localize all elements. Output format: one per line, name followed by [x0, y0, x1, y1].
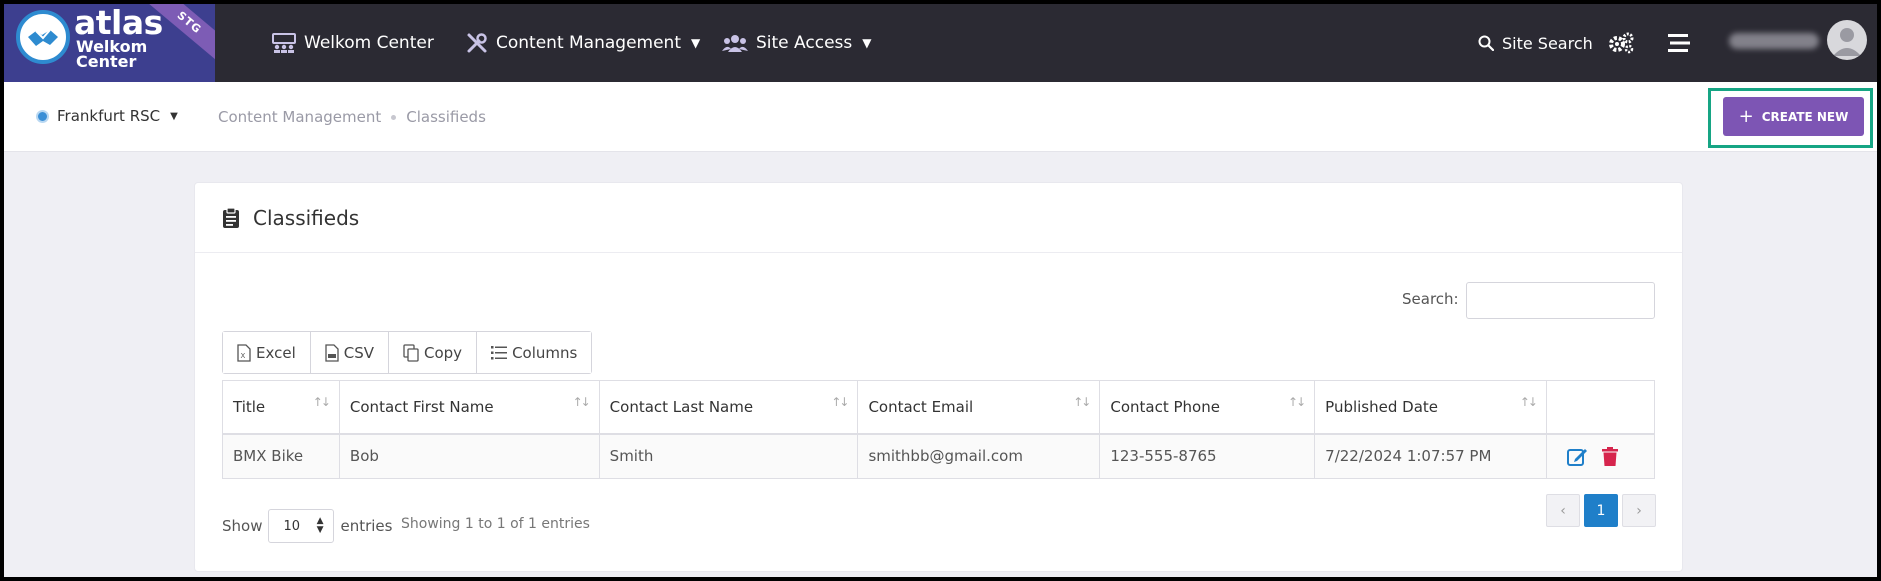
- prev-page-button[interactable]: ‹: [1546, 494, 1580, 527]
- sort-icon: ↑↓: [312, 395, 331, 409]
- people-board-icon: [272, 33, 296, 53]
- col-contact-first-name[interactable]: Contact First Name ↑↓: [338, 380, 600, 435]
- col-contact-email[interactable]: Contact Email ↑↓: [857, 380, 1101, 435]
- col-published-date[interactable]: Published Date ↑↓: [1314, 380, 1547, 435]
- nav-site-access[interactable]: Site Access ▼: [722, 4, 871, 82]
- logo-wordmark: atlas Welkom Center: [74, 4, 163, 71]
- entries-select[interactable]: 10 ▲ ▼: [268, 509, 335, 543]
- menu-button[interactable]: [1668, 4, 1690, 82]
- sort-icon: ↑↓: [1288, 395, 1306, 409]
- chevron-down-icon: ▼: [170, 110, 178, 122]
- edit-icon[interactable]: [1566, 447, 1588, 466]
- select-arrows-icon: ▲ ▼: [316, 516, 324, 535]
- page-1-button[interactable]: 1: [1584, 494, 1618, 527]
- cell-actions: [1545, 433, 1656, 479]
- copy-icon: [403, 343, 419, 362]
- classifieds-card: Classifieds Search: X Excel CSV Copy Col…: [194, 182, 1683, 572]
- next-page-button[interactable]: ›: [1622, 494, 1656, 527]
- card-title: Classifieds: [253, 205, 360, 230]
- user-icon: [1833, 28, 1861, 56]
- atlas-logo[interactable]: atlas Welkom Center STG: [4, 4, 215, 82]
- clipboard-icon: [223, 207, 239, 228]
- chevron-down-icon: ▼: [691, 36, 701, 50]
- hamburger-icon: [1668, 34, 1690, 52]
- cell-title: BMX Bike: [222, 433, 340, 479]
- create-new-button[interactable]: + CREATE NEW: [1723, 97, 1864, 136]
- excel-button[interactable]: X Excel: [223, 332, 311, 373]
- table-header-row: Title ↑↓ Contact First Name ↑↓ Contact Las…: [222, 380, 1656, 435]
- users-icon: [722, 35, 748, 52]
- handshake-globe-icon: [16, 10, 70, 64]
- cell-first-name: Bob: [338, 433, 600, 479]
- breadcrumb: Content Management Classifieds: [218, 108, 486, 126]
- table-row: BMX Bike Bob Smith smithbb@gmail.com 123…: [222, 433, 1656, 479]
- csv-button[interactable]: CSV: [310, 332, 389, 373]
- pagination: ‹ 1 ›: [1546, 494, 1656, 527]
- chevron-down-icon: ▼: [862, 36, 872, 50]
- svg-text:X: X: [241, 352, 246, 360]
- table-info: Showing 1 to 1 of 1 entries: [401, 516, 590, 532]
- sort-icon: ↑↓: [1073, 395, 1091, 409]
- page-length-control: Show 10 ▲ ▼ entries: [222, 509, 392, 543]
- site-status-dot: [36, 109, 49, 123]
- col-title[interactable]: Title ↑↓: [222, 380, 340, 435]
- col-contact-last-name[interactable]: Contact Last Name ↑↓: [598, 380, 859, 435]
- settings-button[interactable]: [1608, 4, 1634, 82]
- user-name-blurred[interactable]: [1729, 33, 1819, 49]
- col-contact-phone[interactable]: Contact Phone ↑↓: [1099, 380, 1316, 435]
- cell-last-name: Smith: [598, 433, 859, 479]
- csv-file-icon: [325, 343, 339, 362]
- nav-welkom-center[interactable]: Welkom Center: [272, 4, 434, 82]
- copy-button[interactable]: Copy: [389, 332, 478, 373]
- card-header: Classifieds: [195, 183, 1682, 253]
- export-button-group: X Excel CSV Copy Columns: [222, 331, 593, 374]
- nav-content-management[interactable]: Content Management ▼: [466, 4, 700, 82]
- classifieds-table: Title ↑↓ Contact First Name ↑↓ Contact Las…: [222, 380, 1656, 479]
- search-input[interactable]: [1466, 282, 1655, 319]
- trash-icon[interactable]: [1601, 446, 1618, 466]
- sort-icon: ↑↓: [572, 395, 591, 409]
- breadcrumb-classifieds: Classifieds: [406, 108, 486, 126]
- tools-icon: [467, 33, 487, 53]
- search-label: Search:: [1402, 290, 1459, 308]
- app-window: atlas Welkom Center STG Welkom Center Co…: [4, 4, 1877, 577]
- sub-header: Frankfurt RSC ▼ Content Management Class…: [4, 82, 1877, 152]
- gears-icon: [1609, 32, 1634, 54]
- user-avatar[interactable]: [1827, 20, 1867, 60]
- top-navbar: atlas Welkom Center STG Welkom Center Co…: [4, 4, 1877, 82]
- cell-phone: 123-555-8765: [1099, 433, 1316, 479]
- site-selector[interactable]: Frankfurt RSC ▼: [36, 107, 178, 125]
- columns-button[interactable]: Columns: [477, 332, 592, 373]
- excel-file-icon: X: [237, 343, 251, 362]
- list-icon: [491, 345, 508, 359]
- plus-icon: +: [1738, 106, 1754, 127]
- breadcrumb-separator: [391, 114, 397, 120]
- search-icon: [1478, 35, 1494, 51]
- col-actions: [1545, 380, 1656, 435]
- cell-email: smithbb@gmail.com: [857, 433, 1101, 479]
- site-search-link[interactable]: Site Search: [1478, 4, 1593, 82]
- breadcrumb-content-management[interactable]: Content Management: [218, 108, 381, 126]
- sort-icon: ↑↓: [831, 395, 849, 409]
- cell-published-date: 7/22/2024 1:07:57 PM: [1314, 433, 1547, 479]
- sort-icon: ↑↓: [1519, 395, 1538, 409]
